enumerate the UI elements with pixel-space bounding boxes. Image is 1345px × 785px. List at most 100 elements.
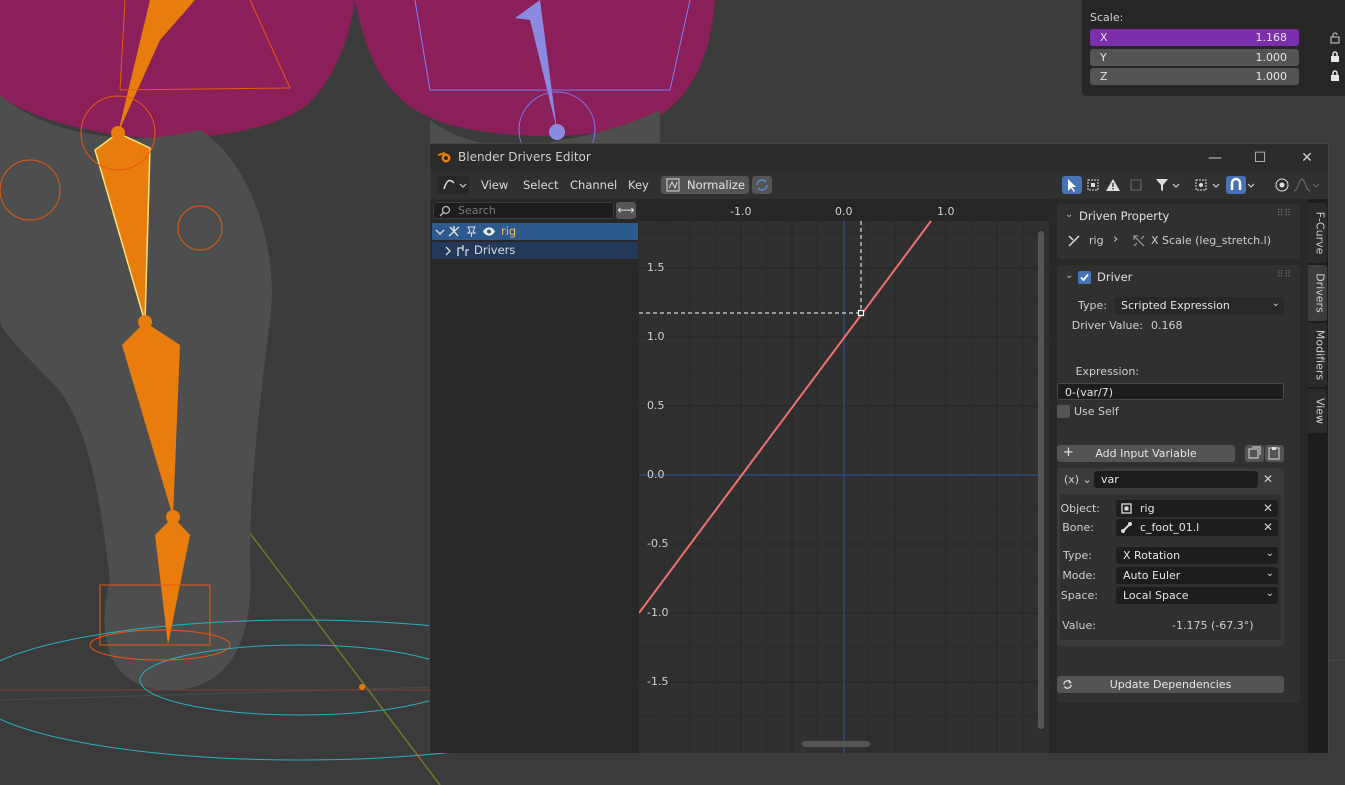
bone-icon [1121, 522, 1132, 533]
title-bar[interactable]: Blender Drivers Editor — ☐ ✕ [430, 144, 1328, 171]
driver-type-dropdown[interactable]: Scripted Expression ⌄ [1114, 297, 1284, 314]
expression-input[interactable]: 0-(var/7) [1057, 383, 1284, 400]
variable-name-input[interactable]: var [1094, 471, 1258, 488]
paste-variables-button[interactable] [1265, 445, 1284, 462]
normalize-icon [666, 178, 680, 192]
y-tick: -1.5 [647, 675, 669, 688]
mode-dropdown[interactable]: Auto Euler ⌄ [1116, 567, 1278, 584]
driver-type-value: Scripted Expression [1121, 299, 1230, 312]
chevron-down-icon[interactable]: ⌄ [1065, 270, 1073, 281]
tab-drivers[interactable]: Drivers [1308, 265, 1327, 321]
hide-curves-toggle[interactable] [1126, 176, 1146, 194]
var-type-dropdown[interactable]: X Rotation ⌄ [1116, 547, 1278, 564]
driver-curve[interactable] [639, 220, 932, 614]
minimize-button[interactable]: — [1200, 148, 1230, 168]
bone-field[interactable]: c_foot_01.l ✕ [1116, 519, 1278, 536]
drag-handle-icon[interactable]: ⠿⠿ [1277, 270, 1292, 280]
space-dropdown[interactable]: Local Space ⌄ [1116, 587, 1278, 604]
chevron-down-icon[interactable]: ⌄ [1065, 209, 1073, 220]
variable-type-dropdown[interactable]: (x) ⌄ [1064, 473, 1092, 486]
driver-value-label: Driver Value: [1071, 319, 1143, 332]
update-deps-label: Update Dependencies [1109, 678, 1232, 691]
vertical-scrollbar[interactable] [1038, 231, 1044, 729]
channel-row-rig[interactable]: rig [432, 223, 638, 240]
menu-view[interactable]: View [481, 178, 508, 192]
close-icon[interactable]: ✕ [1263, 501, 1273, 515]
only-errors-toggle[interactable] [1103, 176, 1123, 194]
scale-x-field[interactable]: X 1.168 [1090, 29, 1299, 46]
proportional-toggle[interactable] [1272, 176, 1292, 194]
mode-value: Auto Euler [1123, 569, 1181, 582]
tab-modifiers-label: Modifiers [1313, 329, 1327, 381]
proportional-edit-toggle[interactable] [1226, 176, 1246, 194]
variable-type-icon: (x) [1064, 473, 1080, 486]
only-selected-toggle[interactable] [1062, 176, 1082, 194]
y-tick: -1.0 [647, 606, 669, 619]
drivers-editor-window: Blender Drivers Editor — ☐ ✕ View Select… [429, 143, 1329, 753]
close-icon[interactable]: ✕ [1263, 472, 1273, 486]
var-type-label: Type: [1063, 549, 1092, 562]
window-title: Blender Drivers Editor [458, 150, 591, 164]
graph-canvas[interactable] [639, 199, 1049, 753]
object-label: Object: [1060, 502, 1100, 515]
drag-handle-icon[interactable]: ⠿⠿ [1277, 209, 1292, 219]
close-icon[interactable]: ✕ [1263, 520, 1273, 534]
use-self-checkbox[interactable] [1057, 405, 1070, 418]
scale-y-field[interactable]: Y 1.000 [1090, 49, 1299, 66]
auto-normalize-button[interactable] [752, 176, 772, 194]
lock-icon[interactable] [1330, 51, 1340, 63]
tab-drivers-label: Drivers [1313, 273, 1327, 313]
driver-value: 0.168 [1151, 319, 1183, 332]
copy-variables-button[interactable] [1245, 445, 1264, 462]
editor-type-dropdown[interactable] [437, 176, 469, 194]
driver-title[interactable]: Driver [1097, 270, 1132, 284]
search-input[interactable]: Search [433, 202, 614, 219]
chevron-down-icon: ⌄ [1265, 548, 1274, 559]
snap-dropdown[interactable] [1246, 176, 1258, 194]
menu-key[interactable]: Key [628, 178, 649, 192]
chevron-down-icon[interactable] [435, 227, 445, 237]
chevron-right-icon[interactable] [443, 246, 453, 256]
y-tick: 0.0 [647, 468, 665, 481]
scale-y-axis: Y [1100, 51, 1107, 64]
driven-property-title[interactable]: Driven Property [1079, 209, 1169, 223]
x-tick: -1.0 [730, 205, 752, 218]
variable-target-panel: Object: rig ✕ Bone: c_foot_01.l ✕ Type: [1060, 494, 1281, 640]
unlock-icon[interactable] [1330, 32, 1340, 44]
driver-enabled-checkbox[interactable] [1078, 271, 1091, 284]
swap-button[interactable]: ⟷ [616, 202, 636, 219]
falloff-dropdown[interactable] [1292, 176, 1322, 194]
menu-channel[interactable]: Channel [570, 178, 617, 192]
horizontal-scrollbar[interactable] [802, 741, 870, 747]
scale-z-value: 1.000 [1255, 70, 1288, 83]
graph-area[interactable]: -1.0 0.0 1.0 1.5 1.0 0.5 0.0 -0.5 -1.0 -… [639, 199, 1049, 753]
paste-icon [1268, 447, 1280, 460]
maximize-button[interactable]: ☐ [1245, 148, 1275, 168]
scale-property-icon [1133, 235, 1145, 247]
x-tick: 0.0 [835, 205, 853, 218]
channel-row-drivers[interactable]: Drivers [432, 242, 638, 259]
add-variable-label: Add Input Variable [1095, 447, 1197, 460]
close-button[interactable]: ✕ [1292, 148, 1322, 168]
falloff-icon [1293, 178, 1320, 192]
menu-select[interactable]: Select [523, 178, 558, 192]
tab-modifiers[interactable]: Modifiers [1308, 323, 1327, 387]
channel-rig-label: rig [501, 224, 517, 238]
tab-f-curve[interactable]: F-Curve [1308, 203, 1327, 263]
expression-label: Expression: [1075, 365, 1139, 378]
object-field[interactable]: rig ✕ [1116, 500, 1278, 517]
scale-panel: Scale: X 1.168 Y 1.000 Z 1.000 [1082, 0, 1345, 96]
filter-dropdown[interactable] [1152, 176, 1184, 194]
add-input-variable-button[interactable]: + Add Input Variable [1057, 445, 1235, 462]
lock-icon[interactable] [1330, 70, 1340, 82]
tab-f-curve-label: F-Curve [1313, 211, 1327, 255]
scale-z-field[interactable]: Z 1.000 [1090, 68, 1299, 85]
tab-view[interactable]: View [1308, 389, 1327, 433]
pivot-dropdown[interactable] [1192, 176, 1224, 194]
update-dependencies-button[interactable]: Update Dependencies [1057, 676, 1284, 693]
pin-icon[interactable] [465, 225, 478, 238]
normalize-toggle[interactable]: Normalize [661, 176, 749, 194]
chevron-right-icon: › [1113, 232, 1119, 247]
eye-icon[interactable] [482, 226, 496, 237]
show-hidden-toggle[interactable] [1083, 176, 1103, 194]
